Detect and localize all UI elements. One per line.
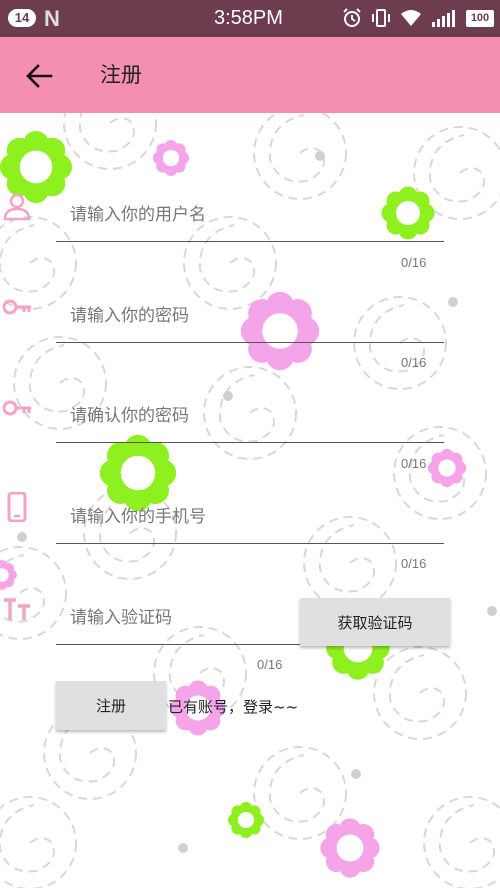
notification-count-badge: 14 bbox=[8, 9, 36, 27]
phone-field[interactable] bbox=[56, 486, 444, 544]
phone-input[interactable] bbox=[56, 486, 444, 544]
status-bar: 14 N 3:58PM 100 bbox=[0, 0, 500, 37]
page-title: 注册 bbox=[100, 63, 142, 87]
key-icon bbox=[2, 400, 31, 416]
login-link[interactable]: 已有账号，登录~~ bbox=[168, 696, 298, 717]
flower-decoration bbox=[0, 560, 17, 590]
app-bar: 注册 bbox=[0, 37, 500, 113]
phone-counter: 0/16 bbox=[401, 556, 427, 571]
confirm-password-input[interactable] bbox=[56, 385, 444, 443]
status-time: 3:58PM bbox=[214, 7, 283, 29]
register-button[interactable]: 注册 bbox=[56, 681, 166, 730]
person-icon bbox=[3, 193, 31, 221]
alarm-icon bbox=[343, 8, 361, 27]
username-input[interactable] bbox=[56, 184, 444, 242]
get-code-button[interactable]: 获取验证码 bbox=[300, 598, 450, 646]
code-field[interactable] bbox=[56, 587, 306, 645]
flower-decoration bbox=[320, 818, 380, 878]
wifi-icon bbox=[401, 10, 421, 26]
code-input[interactable] bbox=[56, 587, 306, 645]
text-size-icon bbox=[4, 598, 30, 620]
status-icons: 100 bbox=[342, 6, 494, 30]
signal-icon bbox=[432, 10, 455, 27]
password-input[interactable] bbox=[56, 285, 444, 343]
code-counter: 0/16 bbox=[257, 657, 283, 672]
password-field[interactable] bbox=[56, 285, 444, 343]
key-icon bbox=[2, 299, 31, 315]
username-counter: 0/16 bbox=[401, 255, 427, 270]
battery-icon: 100 bbox=[466, 9, 494, 27]
username-field[interactable] bbox=[56, 184, 444, 242]
vibrate-icon bbox=[372, 9, 390, 27]
flower-decoration bbox=[427, 448, 467, 488]
carrier-logo: N bbox=[44, 6, 60, 31]
flower-decoration bbox=[152, 139, 190, 177]
phone-icon bbox=[7, 492, 27, 522]
confirm-password-counter: 0/16 bbox=[401, 456, 427, 471]
arrow-left-icon[interactable] bbox=[24, 61, 54, 91]
confirm-password-field[interactable] bbox=[56, 385, 444, 443]
flower-decoration bbox=[227, 801, 265, 839]
password-counter: 0/16 bbox=[401, 355, 427, 370]
